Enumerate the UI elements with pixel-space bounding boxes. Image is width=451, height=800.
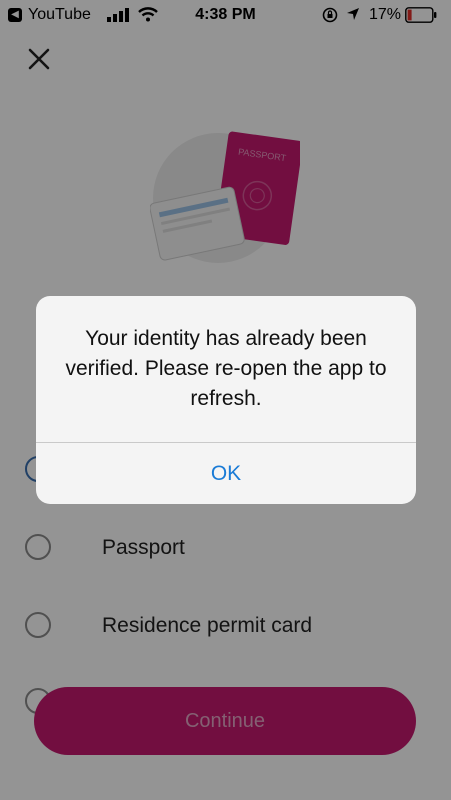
status-bar-dim — [0, 0, 451, 32]
id-selection-screen: ◀ YouTube 4:38 PM 17% PASSPORT Passport … — [0, 0, 451, 800]
alert-message: Your identity has already been verified.… — [65, 327, 387, 410]
alert-dialog: Your identity has already been verified.… — [36, 296, 416, 504]
ok-button[interactable]: OK — [36, 443, 416, 504]
